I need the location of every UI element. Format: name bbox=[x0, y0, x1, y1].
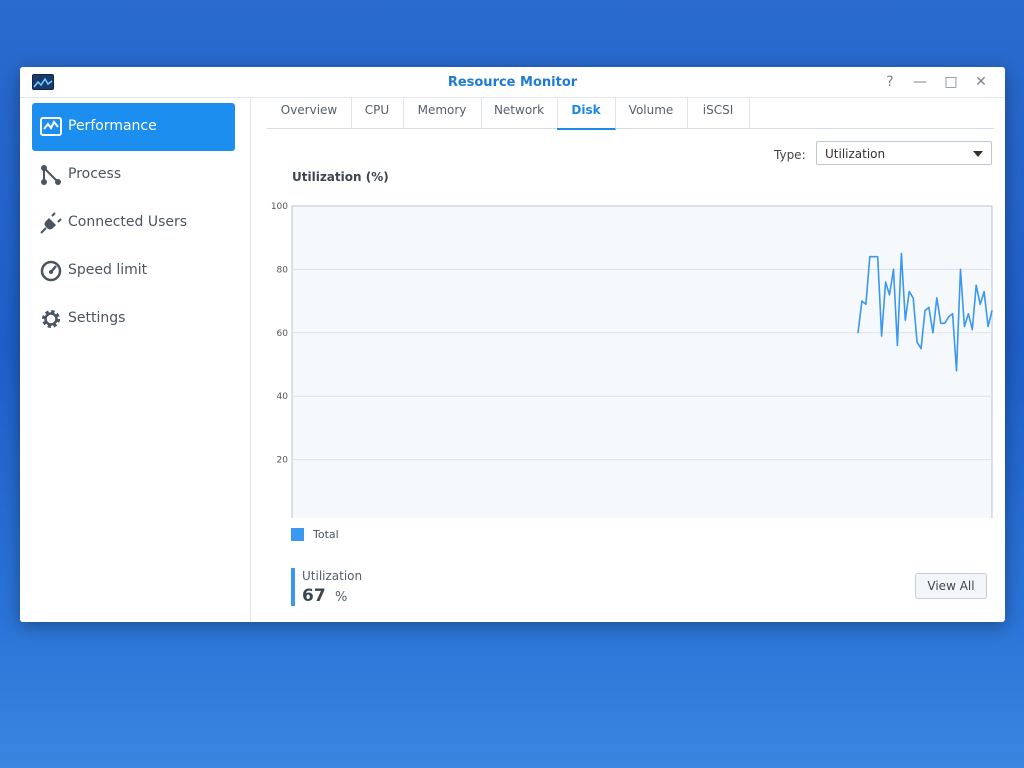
resource-monitor-window: Resource Monitor ? — □ ✕ Performance Pro… bbox=[20, 67, 1005, 622]
data-point bbox=[944, 322, 946, 324]
legend-swatch-total bbox=[291, 528, 304, 541]
window-title: Resource Monitor bbox=[447, 75, 578, 90]
minimize-button[interactable]: — bbox=[910, 73, 930, 91]
utilization-summary-unit: % bbox=[335, 590, 348, 605]
plug-icon bbox=[40, 212, 62, 234]
sidebar-item-label: Performance bbox=[68, 118, 157, 134]
sidebar-item-speed-limit[interactable]: Speed limit bbox=[32, 247, 235, 295]
data-point bbox=[936, 297, 938, 299]
tab-network[interactable]: Network bbox=[481, 98, 558, 128]
data-point bbox=[873, 256, 875, 258]
type-label: Type: bbox=[774, 148, 806, 162]
utilization-indicator-bar bbox=[291, 568, 295, 606]
data-point bbox=[987, 325, 989, 328]
data-point bbox=[924, 310, 926, 312]
data-point bbox=[955, 370, 958, 372]
data-point bbox=[920, 348, 922, 350]
type-dropdown[interactable]: Utilization bbox=[816, 141, 992, 165]
utilization-summary-value: 67 bbox=[302, 586, 326, 606]
close-button[interactable]: ✕ bbox=[971, 73, 991, 91]
main-content: Overview CPU Memory Network Disk Volume … bbox=[251, 98, 1005, 622]
sidebar-item-label: Process bbox=[68, 166, 122, 182]
tab-overview[interactable]: Overview bbox=[267, 98, 352, 128]
sidebar-item-label: Settings bbox=[68, 310, 126, 326]
data-point bbox=[959, 268, 962, 270]
sidebar-item-process[interactable]: Process bbox=[32, 151, 235, 199]
data-point bbox=[952, 313, 954, 315]
tab-iscsi[interactable]: iSCSI bbox=[687, 98, 750, 128]
y-tick-label: 80 bbox=[277, 265, 289, 275]
data-point bbox=[979, 303, 981, 305]
data-point bbox=[900, 253, 903, 255]
sidebar-item-label: Connected Users bbox=[68, 214, 188, 230]
help-button[interactable]: ? bbox=[880, 73, 900, 91]
tab-cpu[interactable]: CPU bbox=[351, 98, 404, 128]
gear-icon bbox=[42, 310, 60, 328]
data-point bbox=[861, 300, 863, 302]
data-point bbox=[983, 291, 985, 293]
chart-plot-area bbox=[291, 205, 993, 518]
view-all-button[interactable]: View All bbox=[915, 573, 987, 599]
tab-volume[interactable]: Volume bbox=[615, 98, 688, 128]
utilization-chart: 020406080100 bbox=[271, 202, 993, 518]
tab-memory[interactable]: Memory bbox=[403, 98, 482, 128]
data-point bbox=[975, 284, 977, 286]
data-point bbox=[892, 268, 895, 270]
sidebar-item-performance[interactable]: Performance bbox=[32, 103, 235, 151]
legend-label-total: Total bbox=[313, 528, 339, 541]
sidebar-item-connected-users[interactable]: Connected Users bbox=[32, 199, 235, 247]
chevron-down-icon bbox=[973, 151, 983, 157]
data-point bbox=[963, 325, 966, 328]
data-point bbox=[940, 322, 942, 324]
y-tick-label: 100 bbox=[271, 202, 288, 212]
speedometer-icon bbox=[40, 260, 62, 282]
type-dropdown-value: Utilization bbox=[825, 147, 886, 161]
data-point bbox=[971, 329, 973, 331]
data-point bbox=[869, 256, 871, 258]
data-point bbox=[885, 281, 887, 283]
y-tick-label: 20 bbox=[277, 456, 289, 466]
sidebar: Performance Process Connected Users Spee… bbox=[20, 98, 251, 622]
data-point bbox=[881, 335, 883, 337]
data-point bbox=[948, 316, 950, 318]
sidebar-item-label: Speed limit bbox=[68, 262, 148, 278]
data-point bbox=[877, 256, 879, 258]
data-point bbox=[932, 332, 934, 334]
data-point bbox=[967, 313, 970, 315]
y-tick-label: 60 bbox=[277, 329, 289, 339]
process-icon bbox=[41, 165, 61, 185]
data-point bbox=[908, 291, 910, 293]
data-point bbox=[991, 310, 993, 312]
sidebar-item-settings[interactable]: Settings bbox=[32, 295, 235, 343]
data-point bbox=[896, 344, 899, 347]
utilization-summary-label: Utilization bbox=[302, 569, 363, 583]
data-point bbox=[928, 306, 930, 308]
performance-icon bbox=[40, 117, 62, 136]
data-point bbox=[888, 294, 891, 296]
data-point bbox=[916, 341, 918, 343]
data-point bbox=[912, 297, 914, 299]
maximize-button[interactable]: □ bbox=[941, 73, 961, 91]
title-bar: Resource Monitor ? — □ ✕ bbox=[20, 67, 1005, 98]
y-tick-label: 40 bbox=[277, 392, 289, 402]
tab-bar: Overview CPU Memory Network Disk Volume … bbox=[267, 98, 994, 130]
data-point bbox=[904, 319, 906, 321]
data-point bbox=[865, 303, 867, 305]
data-point bbox=[857, 332, 859, 334]
tab-disk[interactable]: Disk bbox=[557, 98, 616, 130]
